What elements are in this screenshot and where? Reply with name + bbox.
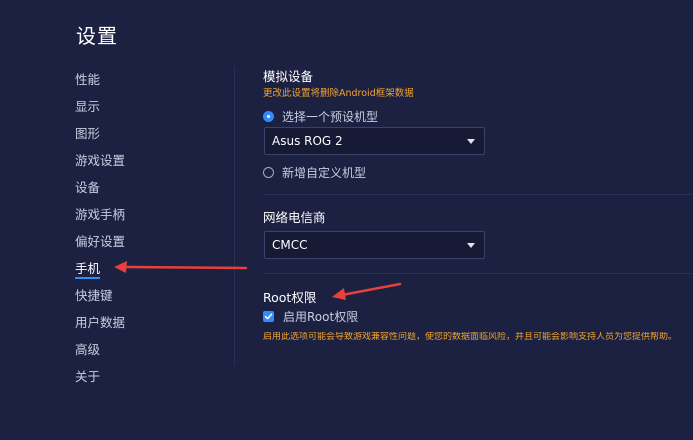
- sidebar-item-device[interactable]: 设备: [75, 176, 215, 203]
- carrier-value: CMCC: [272, 238, 308, 252]
- sidebar-item-graphics[interactable]: 图形: [75, 122, 215, 149]
- sidebar-item-about[interactable]: 关于: [75, 365, 215, 392]
- checkbox-checked-icon: [263, 311, 274, 322]
- sidebar-item-label: 游戏设置: [75, 153, 126, 168]
- sidebar-item-shortcuts[interactable]: 快捷键: [75, 284, 215, 311]
- sidebar-item-performance[interactable]: 性能: [75, 68, 215, 95]
- chevron-down-icon: [467, 243, 475, 248]
- custom-radio-label: 新增自定义机型: [282, 166, 367, 180]
- preset-model-value: Asus ROG 2: [272, 134, 343, 148]
- sidebar-item-advanced[interactable]: 高级: [75, 338, 215, 365]
- root-section-title: Root权限: [263, 290, 317, 305]
- sidebar-item-label: 偏好设置: [75, 234, 126, 249]
- radio-unchecked-icon: [263, 167, 274, 178]
- device-warning: 更改此设置将删除Android框架数据: [263, 88, 414, 99]
- sidebar-item-display[interactable]: 显示: [75, 95, 215, 122]
- device-section-title: 模拟设备: [263, 69, 314, 84]
- sidebar-item-label: 快捷键: [75, 288, 113, 303]
- root-warning: 启用此选项可能会导致游戏兼容性问题，使您的数据面临风险，并且可能会影响支持人员为…: [263, 332, 678, 342]
- carrier-select[interactable]: CMCC: [264, 231, 485, 259]
- sidebar-item-gamepad[interactable]: 游戏手柄: [75, 203, 215, 230]
- custom-radio-option[interactable]: 新增自定义机型: [263, 164, 366, 181]
- sidebar-item-label: 性能: [75, 72, 101, 87]
- preset-model-select[interactable]: Asus ROG 2: [264, 127, 485, 155]
- carrier-section-title: 网络电信商: [263, 210, 326, 225]
- preset-radio-option[interactable]: 选择一个预设机型: [263, 108, 378, 125]
- section-divider: [263, 194, 693, 195]
- sidebar-item-label: 显示: [75, 99, 101, 114]
- root-checkbox-label: 启用Root权限: [283, 310, 359, 324]
- sidebar-item-preferences[interactable]: 偏好设置: [75, 230, 215, 257]
- sidebar-item-label: 设备: [75, 180, 101, 195]
- sidebar-item-user-data[interactable]: 用户数据: [75, 311, 215, 338]
- sidebar: 性能 显示 图形 游戏设置 设备 游戏手柄 偏好设置 手机 快捷键 用户数据 高…: [75, 68, 215, 392]
- sidebar-item-label: 高级: [75, 342, 101, 357]
- annotation-arrow-icon: [114, 261, 248, 273]
- sidebar-item-label: 用户数据: [75, 315, 126, 330]
- radio-checked-icon: [263, 111, 274, 122]
- annotation-arrow-icon: [332, 282, 402, 300]
- section-divider: [263, 273, 693, 274]
- chevron-down-icon: [467, 139, 475, 144]
- sidebar-item-label: 关于: [75, 369, 101, 384]
- sidebar-item-label: 手机: [75, 261, 101, 279]
- sidebar-item-game-settings[interactable]: 游戏设置: [75, 149, 215, 176]
- vertical-divider: [234, 66, 235, 366]
- preset-radio-label: 选择一个预设机型: [282, 110, 379, 124]
- root-checkbox[interactable]: 启用Root权限: [263, 308, 358, 325]
- sidebar-item-label: 游戏手柄: [75, 207, 126, 222]
- sidebar-item-label: 图形: [75, 126, 101, 141]
- page-title: 设置: [76, 24, 118, 48]
